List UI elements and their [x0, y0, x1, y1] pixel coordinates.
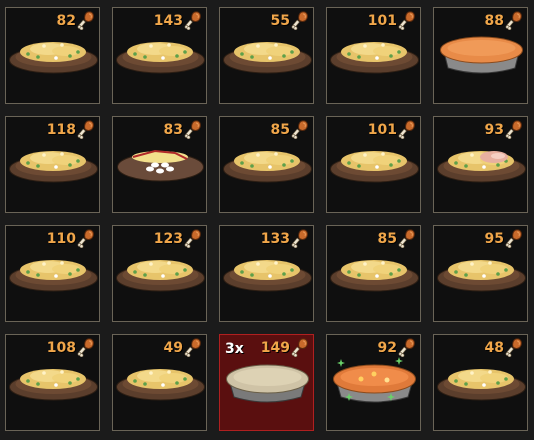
drumstick-icon: [505, 229, 522, 248]
inventory-slot-10[interactable]: 93: [433, 116, 528, 213]
inventory-slot-6[interactable]: 118: [5, 116, 100, 213]
item-value: 85: [377, 231, 397, 247]
inventory-slot-7[interactable]: 83: [112, 116, 207, 213]
drumstick-icon: [291, 120, 308, 139]
rice-dish-icon: [9, 151, 98, 183]
drumstick-icon: [505, 11, 522, 30]
drumstick-icon: [398, 338, 415, 357]
inventory-slot-17[interactable]: 49: [112, 334, 207, 431]
item-value: 83: [163, 122, 183, 138]
drumstick-icon: [184, 338, 201, 357]
inventory-slot-14[interactable]: 85: [326, 225, 421, 322]
rice-dish-icon: [330, 151, 419, 183]
drumstick-icon: [77, 11, 94, 30]
rice-dish-icon: [437, 260, 526, 292]
inventory-slot-11[interactable]: 110: [5, 225, 100, 322]
drumstick-icon: [77, 229, 94, 248]
pie-dish-icon: [333, 357, 416, 403]
inventory-slot-20[interactable]: 48: [433, 334, 528, 431]
pie-dish-icon: [226, 364, 309, 403]
item-value: 108: [46, 340, 76, 356]
rice-dish-icon: [223, 42, 312, 74]
drumstick-icon: [77, 120, 94, 139]
inventory-slot-5[interactable]: 88: [433, 7, 528, 104]
item-value: 143: [153, 13, 183, 29]
inventory-slot-13[interactable]: 133: [219, 225, 314, 322]
rice-dish-icon: [116, 369, 205, 401]
inventory-slot-16[interactable]: 108: [5, 334, 100, 431]
drumstick-icon: [184, 11, 201, 30]
drumstick-icon: [77, 338, 94, 357]
rice-dish-icon: [330, 260, 419, 292]
item-value: 133: [260, 231, 290, 247]
item-value: 85: [270, 122, 290, 138]
pie-dish-icon: [440, 36, 523, 74]
rice-dish-icon: [223, 260, 312, 292]
item-value: 88: [484, 13, 504, 29]
rice-dish-icon: [9, 42, 98, 74]
drumstick-icon: [184, 120, 201, 139]
item-value: 82: [56, 13, 76, 29]
rice-dish-icon: [117, 149, 204, 182]
inventory-slot-18[interactable]: 149 3x: [219, 334, 314, 431]
inventory-slot-4[interactable]: 101: [326, 7, 421, 104]
item-value: 93: [484, 122, 504, 138]
rice-dish-icon: [9, 260, 98, 292]
item-value: 48: [484, 340, 504, 356]
item-value: 95: [484, 231, 504, 247]
rice-dish-icon: [116, 42, 205, 74]
stack-count: 3x: [225, 341, 244, 357]
inventory-slot-15[interactable]: 95: [433, 225, 528, 322]
item-value: 55: [270, 13, 290, 29]
rice-dish-icon: [437, 151, 526, 183]
drumstick-icon: [505, 338, 522, 357]
drumstick-icon: [291, 338, 308, 357]
rice-dish-icon: [330, 42, 419, 74]
drumstick-icon: [291, 11, 308, 30]
rice-dish-icon: [437, 369, 526, 401]
item-value: 110: [46, 231, 76, 247]
inventory-slot-9[interactable]: 101: [326, 116, 421, 213]
item-value: 92: [377, 340, 397, 356]
drumstick-icon: [398, 120, 415, 139]
item-value: 101: [367, 13, 397, 29]
rice-dish-icon: [223, 151, 312, 183]
inventory-slot-19[interactable]: 92: [326, 334, 421, 431]
inventory-slot-1[interactable]: 82: [5, 7, 100, 104]
inventory-grid: 82 143 55 101 88 118 83 85 101 93 110 12…: [5, 7, 528, 431]
inventory-slot-2[interactable]: 143: [112, 7, 207, 104]
item-value: 123: [153, 231, 183, 247]
item-value: 101: [367, 122, 397, 138]
drumstick-icon: [398, 229, 415, 248]
item-value: 118: [46, 122, 76, 138]
item-value: 149: [260, 340, 290, 356]
drumstick-icon: [505, 120, 522, 139]
inventory-slot-3[interactable]: 55: [219, 7, 314, 104]
drumstick-icon: [398, 11, 415, 30]
item-value: 49: [163, 340, 183, 356]
drumstick-icon: [184, 229, 201, 248]
inventory-slot-8[interactable]: 85: [219, 116, 314, 213]
drumstick-icon: [291, 229, 308, 248]
rice-dish-icon: [9, 369, 98, 401]
inventory-slot-12[interactable]: 123: [112, 225, 207, 322]
rice-dish-icon: [116, 260, 205, 292]
